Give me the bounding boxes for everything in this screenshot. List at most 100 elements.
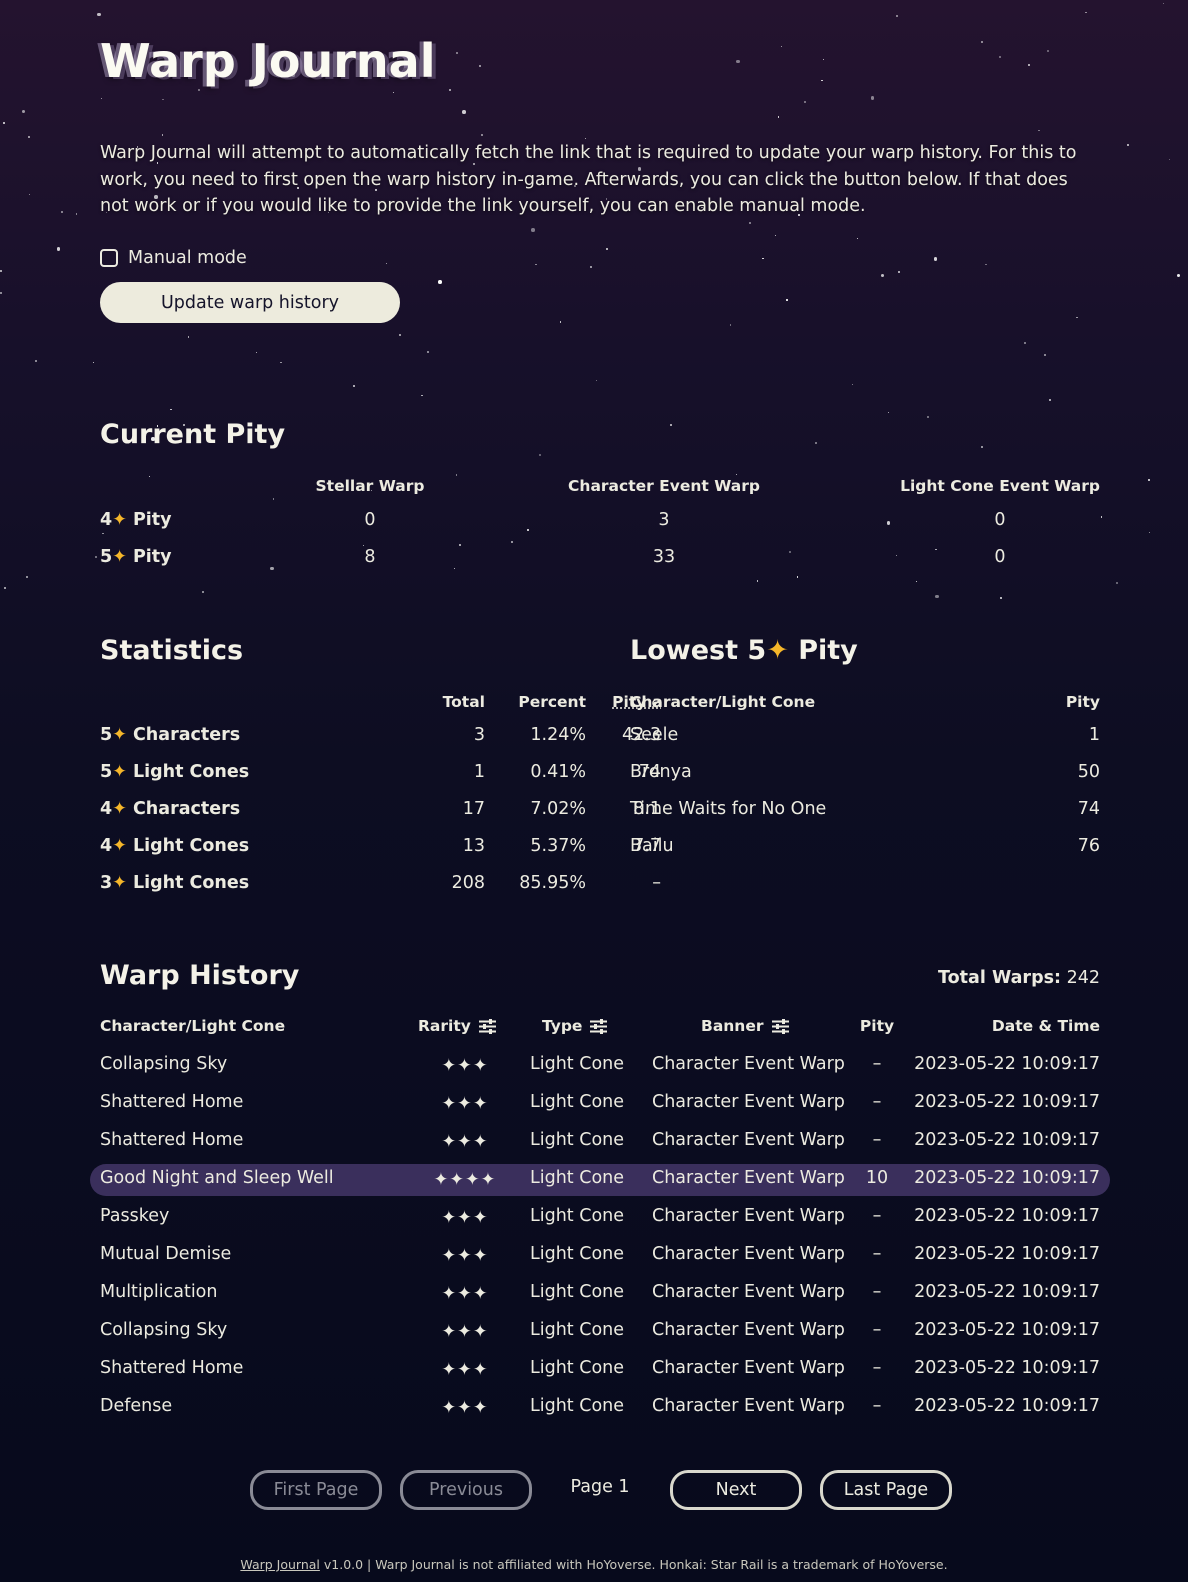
col-character-event-warp: Character Event Warp [568, 477, 760, 495]
star-dot [386, 262, 388, 265]
col-pity: Pity [859, 1017, 895, 1035]
star-dot [97, 12, 101, 17]
col-stellar-warp: Stellar Warp [315, 477, 425, 495]
pity-value: 0 [994, 510, 1006, 530]
col-percent: Percent [518, 693, 586, 711]
star-dot [1101, 516, 1103, 518]
star-dot [398, 333, 401, 336]
star-dot [851, 383, 854, 385]
stat-pity: – [652, 873, 661, 893]
stat-total: 13 [462, 836, 485, 856]
star-dot [511, 540, 513, 543]
star-dot [202, 591, 205, 594]
star-dot [28, 194, 30, 196]
previous-button[interactable]: Previous [400, 1470, 532, 1510]
star-dot [1147, 479, 1150, 482]
warp-item-pity: – [872, 1282, 882, 1302]
warp-item-name: Shattered Home [100, 1358, 244, 1378]
star-dot [736, 59, 740, 64]
intro-text: Warp Journal will attempt to automatical… [100, 143, 1077, 216]
star-dot [886, 521, 891, 525]
col-rarity-filter[interactable]: Rarity [418, 1017, 496, 1035]
lowest-pity-name: Bronya [630, 762, 692, 782]
lowest-pity-name: Time Waits for No One [630, 799, 827, 819]
warp-item-banner: Character Event Warp [652, 1130, 845, 1150]
star-dot [777, 116, 780, 118]
warp-item-date: 2023-05-22 10:09:17 [914, 1358, 1100, 1378]
table-row[interactable]: Shattered Home ✦✦✦ Light Cone Character … [90, 1088, 1110, 1120]
rarity-stars: ✦✦✦ [441, 1208, 489, 1228]
stat-percent: 1.24% [530, 725, 586, 745]
star-dot [187, 336, 189, 338]
update-warp-history-button[interactable]: Update warp history [100, 282, 400, 323]
table-row[interactable]: Shattered Home ✦✦✦ Light Cone Character … [90, 1126, 1110, 1158]
star-dot [981, 41, 984, 44]
manual-mode-toggle[interactable]: Manual mode [100, 248, 247, 268]
star-dot [814, 442, 817, 445]
warp-item-type: Light Cone [530, 1206, 625, 1226]
warp-item-name: Collapsing Sky [100, 1054, 228, 1074]
warp-item-banner: Character Event Warp [652, 1206, 845, 1226]
warp-history-heading: Warp History [100, 960, 300, 991]
star-dot [1024, 341, 1027, 344]
stat-row-label: 4✦ Characters [100, 799, 241, 819]
star-dot [438, 280, 442, 284]
last-page-button[interactable]: Last Page [820, 1470, 952, 1510]
star-icon: ✦ [112, 836, 127, 856]
star-dot [421, 394, 423, 397]
table-row[interactable]: Multiplication ✦✦✦ Light Cone Character … [90, 1278, 1110, 1310]
table-row[interactable]: Passkey ✦✦✦ Light Cone Character Event W… [90, 1202, 1110, 1234]
filter-icon[interactable] [478, 1019, 496, 1034]
warp-item-pity: – [872, 1130, 882, 1150]
stat-row-label: 4✦ Light Cones [100, 836, 250, 856]
star-icon: ✦ [112, 547, 127, 567]
star-dot [1085, 11, 1087, 13]
filter-icon[interactable] [771, 1019, 789, 1034]
footer-text: v1.0.0 | Warp Journal is not affiliated … [319, 1557, 948, 1572]
col-banner-filter[interactable]: Banner [701, 1017, 789, 1035]
star-dot [60, 211, 63, 214]
next-button[interactable]: Next [670, 1470, 802, 1510]
star-dot [560, 321, 562, 323]
star-dot [462, 110, 466, 114]
star-dot [0, 270, 3, 273]
manual-mode-label: Manual mode [128, 248, 247, 268]
table-row[interactable]: Good Night and Sleep Well ✦✦✦✦ Light Con… [90, 1164, 1110, 1196]
star-icon: ✦ [112, 510, 127, 530]
manual-mode-checkbox[interactable] [100, 249, 118, 267]
table-row[interactable]: Collapsing Sky ✦✦✦ Light Cone Character … [90, 1316, 1110, 1348]
star-dot [1038, 130, 1040, 132]
star-dot [1163, 3, 1165, 5]
star-icon: ✦ [112, 799, 127, 819]
footer-home-link[interactable]: Warp Journal [240, 1557, 320, 1572]
star-dot [535, 263, 537, 265]
star-dot [4, 587, 7, 590]
col-type-filter[interactable]: Type [542, 1017, 608, 1035]
warp-item-banner: Character Event Warp [652, 1282, 845, 1302]
col-pity: Pity [1065, 693, 1100, 711]
star-dot [1176, 273, 1181, 278]
star-dot [735, 474, 737, 476]
warp-item-name: Shattered Home [100, 1130, 244, 1150]
pity-row-label: 4✦ Pity [100, 510, 172, 530]
warp-item-pity: – [872, 1054, 882, 1074]
table-row[interactable]: Collapsing Sky ✦✦✦ Light Cone Character … [90, 1050, 1110, 1082]
current-page: Page 1 [570, 1477, 630, 1497]
table-row[interactable]: Mutual Demise ✦✦✦ Light Cone Character E… [90, 1240, 1110, 1272]
table-row[interactable]: Defense ✦✦✦ Light Cone Character Event W… [90, 1392, 1110, 1424]
star-dot [933, 257, 938, 261]
first-page-button[interactable]: First Page [250, 1470, 382, 1510]
star-dot [0, 292, 3, 295]
warp-item-type: Light Cone [530, 1092, 625, 1112]
warp-item-name: Shattered Home [100, 1092, 244, 1112]
star-icon: ✦ [766, 635, 789, 666]
col-total: Total [442, 693, 485, 711]
warp-item-type: Light Cone [530, 1320, 625, 1340]
col-light-cone-event-warp: Light Cone Event Warp [900, 477, 1100, 495]
table-row[interactable]: Shattered Home ✦✦✦ Light Cone Character … [90, 1354, 1110, 1386]
star-dot [76, 213, 78, 215]
star-dot [454, 567, 456, 569]
filter-icon[interactable] [590, 1019, 608, 1034]
star-dot [896, 14, 899, 17]
current-pity-heading: Current Pity [100, 419, 286, 450]
